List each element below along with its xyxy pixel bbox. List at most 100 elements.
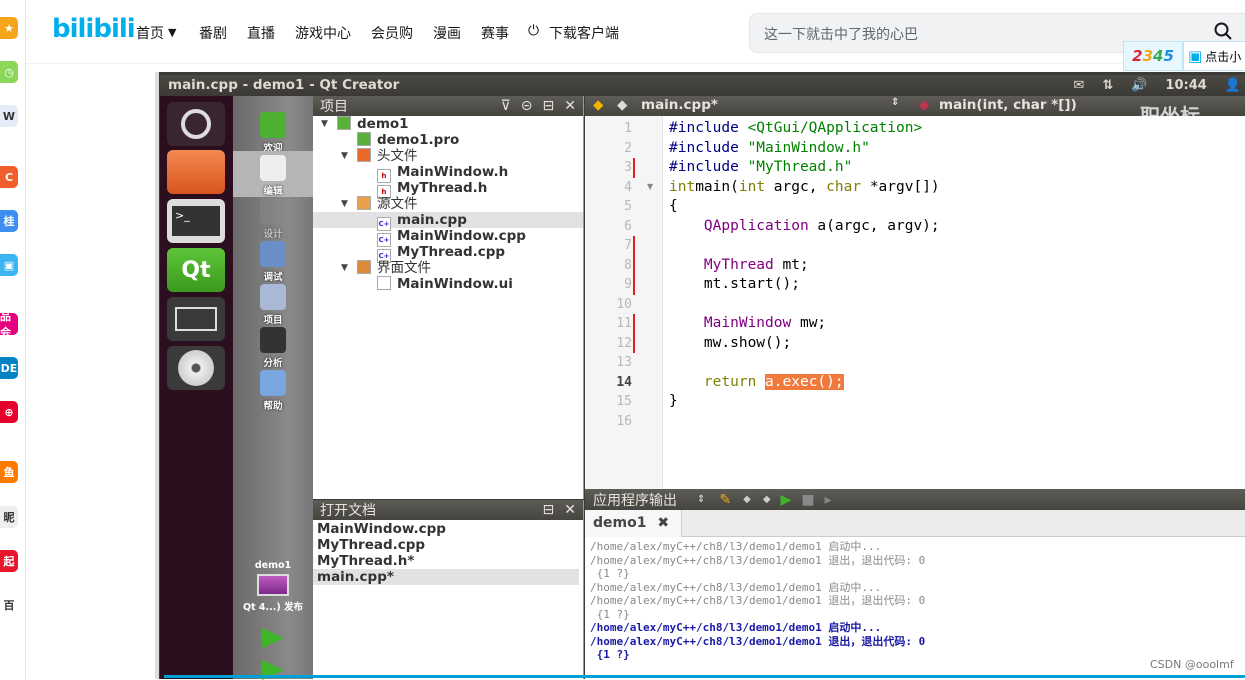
attach-icon[interactable]: ▸ (825, 492, 832, 508)
ni-icon[interactable]: 昵 (0, 506, 18, 528)
rerun-icon[interactable]: ▶ (781, 492, 792, 508)
tv-icon[interactable]: ▣ (0, 254, 18, 276)
tree-item[interactable]: C+ MyThread.cpp (377, 244, 505, 263)
change-marker (633, 255, 635, 275)
vip-icon[interactable]: 品会 (0, 313, 18, 335)
tree-item[interactable]: C+ main.cpp (377, 212, 467, 231)
qi-icon[interactable]: 起 (0, 550, 18, 572)
terminal-icon[interactable]: >_ (167, 199, 225, 243)
pdf-icon[interactable]: W (0, 105, 18, 127)
disc-icon[interactable] (167, 346, 225, 390)
form-folder-icon (357, 260, 371, 274)
c-icon[interactable]: C (0, 166, 18, 188)
mode-icon (260, 370, 286, 396)
nav-item[interactable]: 首页 (136, 23, 164, 43)
workspace-switcher-icon[interactable] (167, 297, 225, 341)
fold-arrow-icon[interactable]: ▼ (647, 182, 653, 191)
open-document-item[interactable]: MainWindow.cpp (317, 521, 583, 537)
dropdown-arrow-icon[interactable]: ⇕ (891, 97, 899, 108)
close-icon[interactable]: ✕ (564, 502, 576, 518)
code-line: mw.show(); (669, 334, 792, 351)
close-icon[interactable]: ✕ (564, 98, 576, 114)
search-icon[interactable] (1214, 22, 1232, 40)
stop-icon[interactable]: ■ (801, 492, 814, 508)
line-number: 14 (616, 374, 632, 390)
nav-item[interactable]: 游戏中心 (295, 23, 351, 43)
current-file-dropdown[interactable]: main.cpp* (641, 97, 718, 113)
run-button[interactable] (262, 628, 284, 648)
function-icon: ◆ (919, 97, 930, 113)
split-icon[interactable]: ⊟ (543, 502, 555, 518)
bai-icon[interactable]: 百 (0, 594, 18, 616)
mode-6[interactable]: 帮助 (233, 366, 313, 412)
mode-5[interactable]: 分析 (233, 323, 313, 369)
filter-icon[interactable]: ⊽ (501, 98, 511, 114)
nav-item[interactable]: 番剧 (199, 23, 227, 43)
tree-item[interactable]: MainWindow.ui (377, 276, 513, 292)
mail-icon[interactable]: ✉ (1073, 78, 1084, 93)
tree-item[interactable]: demo1.pro (357, 132, 459, 148)
ubuntu-dash-icon[interactable] (167, 102, 225, 146)
nav-item[interactable]: 漫画 (433, 23, 461, 43)
mode-0[interactable]: 欢迎 (233, 108, 313, 154)
code-editor[interactable]: #include <QtGui/QApplication> #include "M… (663, 116, 1245, 489)
expand-arrow-icon[interactable]: ▼ (341, 151, 348, 161)
tree-item[interactable]: 源文件 (357, 196, 418, 212)
tree-item[interactable]: h MainWindow.h (377, 164, 508, 183)
back-icon[interactable]: ◆ (593, 97, 603, 113)
nav-item[interactable]: 下载客户端 (549, 23, 619, 43)
expand-arrow-icon[interactable]: ▼ (341, 263, 348, 273)
click-mini-button[interactable]: ▣ 点击小 (1183, 41, 1245, 71)
star-icon[interactable]: ★ (0, 17, 18, 39)
tree-item[interactable]: 头文件 (357, 148, 418, 164)
expand-arrow-icon[interactable]: ▼ (341, 199, 348, 209)
forward-icon[interactable]: ◆ (617, 97, 627, 113)
badge-2345[interactable]: 2345 (1123, 41, 1183, 71)
line-number: 4 (624, 179, 632, 195)
open-document-item[interactable]: MyThread.h* (317, 553, 583, 569)
open-documents-panel: 打开文档 ⊟ ✕ MainWindow.cpp MyThread.cpp MyThrea… (313, 500, 584, 679)
files-icon[interactable] (167, 150, 225, 194)
mode-1[interactable]: 编辑 (233, 151, 313, 197)
previous-icon[interactable]: ◆ (743, 494, 751, 505)
tree-item[interactable]: h MyThread.h (377, 180, 487, 199)
change-marker (633, 236, 635, 256)
mode-2[interactable]: 设计 (233, 194, 313, 240)
open-document-item[interactable]: main.cpp* (313, 569, 579, 585)
nav-item[interactable]: 赛事 (481, 23, 509, 43)
clear-icon[interactable]: ✎ (719, 492, 731, 508)
clock[interactable]: 10:44 (1165, 78, 1206, 93)
volume-icon[interactable]: 🔊 (1131, 78, 1147, 93)
output-line: {1 ?} (590, 607, 630, 621)
line-number: 6 (624, 218, 632, 234)
tree-item[interactable]: 界面文件 (357, 260, 431, 276)
nav-item[interactable]: 直播 (247, 23, 275, 43)
mode-3[interactable]: 调试 (233, 237, 313, 283)
clock-icon[interactable]: ◷ (0, 61, 18, 83)
video-progress-bar[interactable] (164, 675, 1245, 678)
line-number: 7 (624, 238, 632, 253)
decathlon-icon[interactable]: DE (0, 357, 18, 379)
tree-item[interactable]: C+ MainWindow.cpp (377, 228, 526, 247)
gui-icon[interactable]: 桂 (0, 210, 18, 232)
globe-icon[interactable]: ⊕ (0, 401, 18, 423)
split-icon[interactable]: ⊟ (543, 98, 555, 114)
tree-item[interactable]: demo1 (337, 116, 409, 132)
nav-item[interactable]: 会员购 (371, 23, 413, 43)
network-icon[interactable]: ⇅ (1102, 78, 1113, 93)
qt-creator-launcher-icon[interactable]: Qt (167, 248, 225, 292)
mode-4[interactable]: 项目 (233, 280, 313, 326)
tab-demo1[interactable]: demo1 ✖ (585, 510, 682, 537)
next-icon[interactable]: ◆ (763, 494, 771, 505)
bilibili-logo[interactable]: bilibili (52, 14, 136, 44)
open-document-item[interactable]: MyThread.cpp (317, 537, 583, 553)
code-line: MyThread mt; (703, 256, 809, 273)
expand-arrow-icon[interactable]: ▼ (321, 119, 328, 129)
dropdown-arrow-icon[interactable]: ⇕ (697, 494, 705, 505)
symbol-dropdown[interactable]: main(int, char *[]) (939, 97, 1077, 113)
target-selector[interactable]: demo1 Qt 4...) 发布 (233, 560, 313, 613)
user-icon[interactable]: 👤 (1225, 78, 1241, 93)
fish-icon[interactable]: 鱼 (0, 461, 18, 483)
close-tab-icon[interactable]: ✖ (657, 515, 669, 531)
link-icon[interactable]: ⊝ (521, 98, 533, 114)
